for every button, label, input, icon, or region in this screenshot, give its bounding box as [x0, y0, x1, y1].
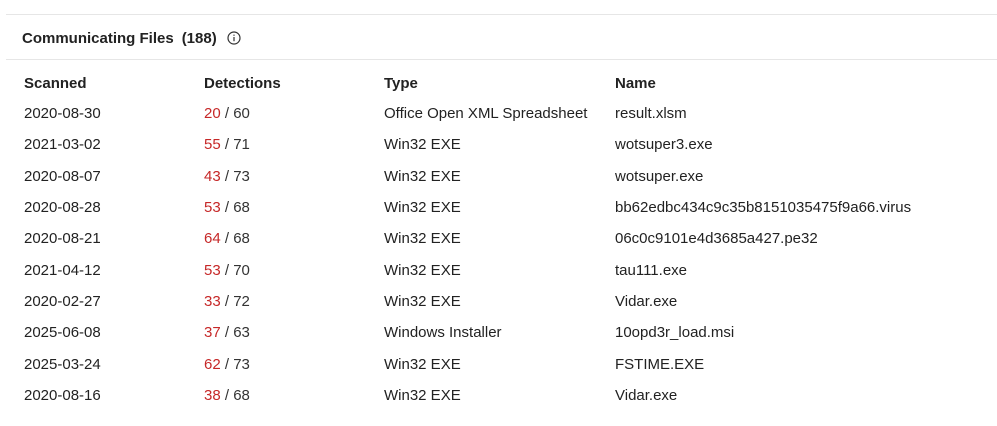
cell-scanned-date: 2025-06-08 [24, 324, 101, 342]
cell-file-type: Win32 EXE [384, 136, 461, 154]
detections-separator: / [220, 324, 234, 342]
cell-file-name[interactable]: result.xlsm [615, 105, 984, 122]
detections-separator: / [220, 230, 234, 248]
cell-scanned-date: 2021-04-12 [24, 261, 101, 279]
cell-detections: 33 / 72 [204, 293, 384, 310]
detections-positive: 62 [204, 355, 221, 373]
header-divider [6, 59, 997, 60]
file-count: (188) [181, 29, 217, 47]
cell-file-name[interactable]: bb62edbc434c9c35b8151035475f9a66.virus [615, 199, 984, 216]
cell-scanned-date: 2025-03-24 [24, 355, 101, 373]
section-title: Communicating Files [22, 29, 174, 47]
table-row[interactable]: 2020-02-27 33 / 72 Win32 EXE Vidar.exe [24, 286, 984, 317]
cell-detections: 64 / 68 [204, 230, 384, 247]
table-row[interactable]: 2020-08-28 53 / 68 Win32 EXE bb62edbc434c9c… [24, 192, 984, 223]
detections-total: 68 [233, 230, 250, 248]
detections-positive: 33 [204, 292, 221, 310]
column-header-detections[interactable]: Detections [204, 75, 384, 92]
table-header-row: Scanned Detections Type Name [24, 71, 984, 95]
cell-file-type: Win32 EXE [384, 199, 461, 217]
table-row[interactable]: 2025-06-08 37 / 63 Windows Installer 10opd3… [24, 317, 984, 348]
cell-scanned-date: 2020-08-21 [24, 230, 101, 248]
cell-file-name[interactable]: FSTIME.EXE [615, 356, 984, 373]
detections-positive: 38 [204, 386, 221, 404]
cell-file-name[interactable]: wotsuper.exe [615, 168, 984, 185]
cell-detections: 37 / 63 [204, 324, 384, 341]
cell-file-type: Win32 EXE [384, 261, 461, 279]
cell-file-name[interactable]: Vidar.exe [615, 293, 984, 310]
cell-file-type: Office Open XML Spreadsheet [384, 105, 588, 123]
detections-separator: / [220, 355, 234, 373]
cell-file-type: Win32 EXE [384, 355, 461, 373]
table-row[interactable]: 2021-03-02 55 / 71 Win32 EXE wotsuper3.exe [24, 129, 984, 160]
info-circle-icon[interactable] [227, 31, 241, 45]
cell-scanned-date: 2020-08-16 [24, 386, 101, 404]
column-header-scanned[interactable]: Scanned [24, 75, 204, 92]
table-row[interactable]: 2020-08-30 20 / 60 Office Open XML Spreads… [24, 98, 984, 129]
cell-file-type: Windows Installer [384, 324, 502, 342]
cell-detections: 53 / 70 [204, 262, 384, 279]
cell-file-name[interactable]: Vidar.exe [615, 387, 984, 404]
cell-detections: 53 / 68 [204, 199, 384, 216]
cell-file-type: Win32 EXE [384, 386, 461, 404]
table-row[interactable]: 2020-08-21 64 / 68 Win32 EXE 06c0c9101e4d36… [24, 223, 984, 254]
table-row[interactable]: 2020-08-07 43 / 73 Win32 EXE wotsuper.exe [24, 161, 984, 192]
cell-file-type: Win32 EXE [384, 292, 461, 310]
cell-file-type: Win32 EXE [384, 230, 461, 248]
cell-scanned-date: 2020-08-30 [24, 105, 101, 123]
detections-positive: 64 [204, 230, 221, 248]
detections-positive: 20 [204, 105, 221, 123]
detections-total: 63 [233, 324, 250, 342]
cell-scanned-date: 2020-08-28 [24, 199, 101, 217]
cell-detections: 55 / 71 [204, 136, 384, 153]
detections-total: 68 [233, 386, 250, 404]
detections-total: 71 [233, 136, 250, 154]
top-divider [6, 14, 997, 15]
column-header-name[interactable]: Name [615, 75, 984, 92]
table-row[interactable]: 2025-03-24 62 / 73 Win32 EXE FSTIME.EXE [24, 348, 984, 379]
detections-separator: / [220, 292, 234, 310]
detections-positive: 53 [204, 261, 221, 279]
cell-scanned-date: 2020-02-27 [24, 292, 101, 310]
cell-detections: 43 / 73 [204, 168, 384, 185]
cell-detections: 20 / 60 [204, 105, 384, 122]
detections-total: 68 [233, 199, 250, 217]
cell-file-type: Win32 EXE [384, 167, 461, 185]
detections-positive: 43 [204, 167, 221, 185]
detections-separator: / [220, 199, 234, 217]
table-row[interactable]: 2020-08-16 38 / 68 Win32 EXE Vidar.exe [24, 380, 984, 411]
table-body: 2020-08-30 20 / 60 Office Open XML Spreads… [24, 98, 984, 411]
cell-detections: 38 / 68 [204, 387, 384, 404]
detections-total: 60 [233, 105, 250, 123]
detections-total: 72 [233, 292, 250, 310]
detections-separator: / [220, 167, 234, 185]
cell-scanned-date: 2020-08-07 [24, 167, 101, 185]
column-header-type[interactable]: Type [384, 75, 615, 92]
cell-file-name[interactable]: tau111.exe [615, 262, 984, 279]
section-header: Communicating Files (188) [22, 27, 241, 49]
cell-file-name[interactable]: 06c0c9101e4d3685a427.pe32 [615, 230, 984, 247]
detections-separator: / [220, 136, 234, 154]
detections-total: 70 [233, 261, 250, 279]
communicating-files-table: Scanned Detections Type Name 2020-08-30 2… [24, 71, 984, 411]
detections-positive: 37 [204, 324, 221, 342]
detections-separator: / [220, 261, 234, 279]
detections-positive: 55 [204, 136, 221, 154]
cell-detections: 62 / 73 [204, 356, 384, 373]
cell-file-name[interactable]: 10opd3r_load.msi [615, 324, 984, 341]
detections-separator: / [220, 386, 234, 404]
detections-total: 73 [233, 355, 250, 373]
detections-separator: / [220, 105, 234, 123]
detections-total: 73 [233, 167, 250, 185]
table-row[interactable]: 2021-04-12 53 / 70 Win32 EXE tau111.exe [24, 254, 984, 285]
detections-positive: 53 [204, 199, 221, 217]
cell-scanned-date: 2021-03-02 [24, 136, 101, 154]
cell-file-name[interactable]: wotsuper3.exe [615, 136, 984, 153]
